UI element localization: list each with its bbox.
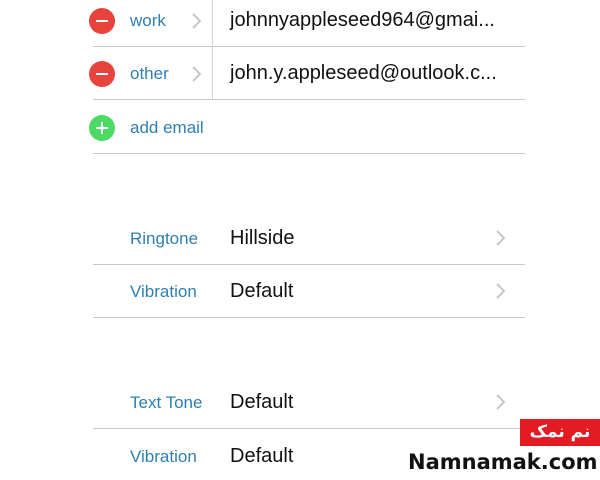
- delete-other-email-button[interactable]: [89, 61, 115, 87]
- add-email-button[interactable]: [89, 115, 115, 141]
- watermark-site: Namnamak.com: [408, 450, 598, 474]
- text-tone-label: Text Tone: [130, 393, 203, 412]
- separator: [93, 317, 525, 318]
- vibration-value: Default: [230, 280, 294, 302]
- vibration-label: Vibration: [130, 447, 197, 466]
- separator: [93, 46, 525, 47]
- chevron-right-icon: [496, 394, 506, 410]
- delete-work-email-button[interactable]: [89, 8, 115, 34]
- watermark-logo: نم نمک: [520, 419, 600, 446]
- ringtone-value: Hillside: [230, 227, 295, 249]
- vibration-label: Vibration: [130, 282, 197, 301]
- email-label-work[interactable]: work: [130, 11, 166, 31]
- chevron-right-icon: [192, 13, 202, 29]
- chevron-right-icon: [496, 230, 506, 246]
- separator: [93, 264, 525, 265]
- separator: [93, 153, 525, 154]
- label-divider: [212, 0, 213, 45]
- email-field-other[interactable]: john.y.appleseed@outlook.c...: [230, 61, 497, 85]
- separator: [93, 428, 520, 429]
- separator: [93, 99, 525, 100]
- email-label-other[interactable]: other: [130, 64, 169, 84]
- chevron-right-icon: [496, 283, 506, 299]
- text-tone-value: Default: [230, 391, 294, 413]
- vibration-value: Default: [230, 445, 294, 467]
- ringtone-label: Ringtone: [130, 229, 199, 248]
- label-divider: [212, 47, 213, 99]
- chevron-right-icon: [192, 66, 202, 82]
- email-field-work[interactable]: johnnyappleseed964@gmai...: [230, 8, 495, 32]
- add-email-label[interactable]: add email: [130, 118, 204, 138]
